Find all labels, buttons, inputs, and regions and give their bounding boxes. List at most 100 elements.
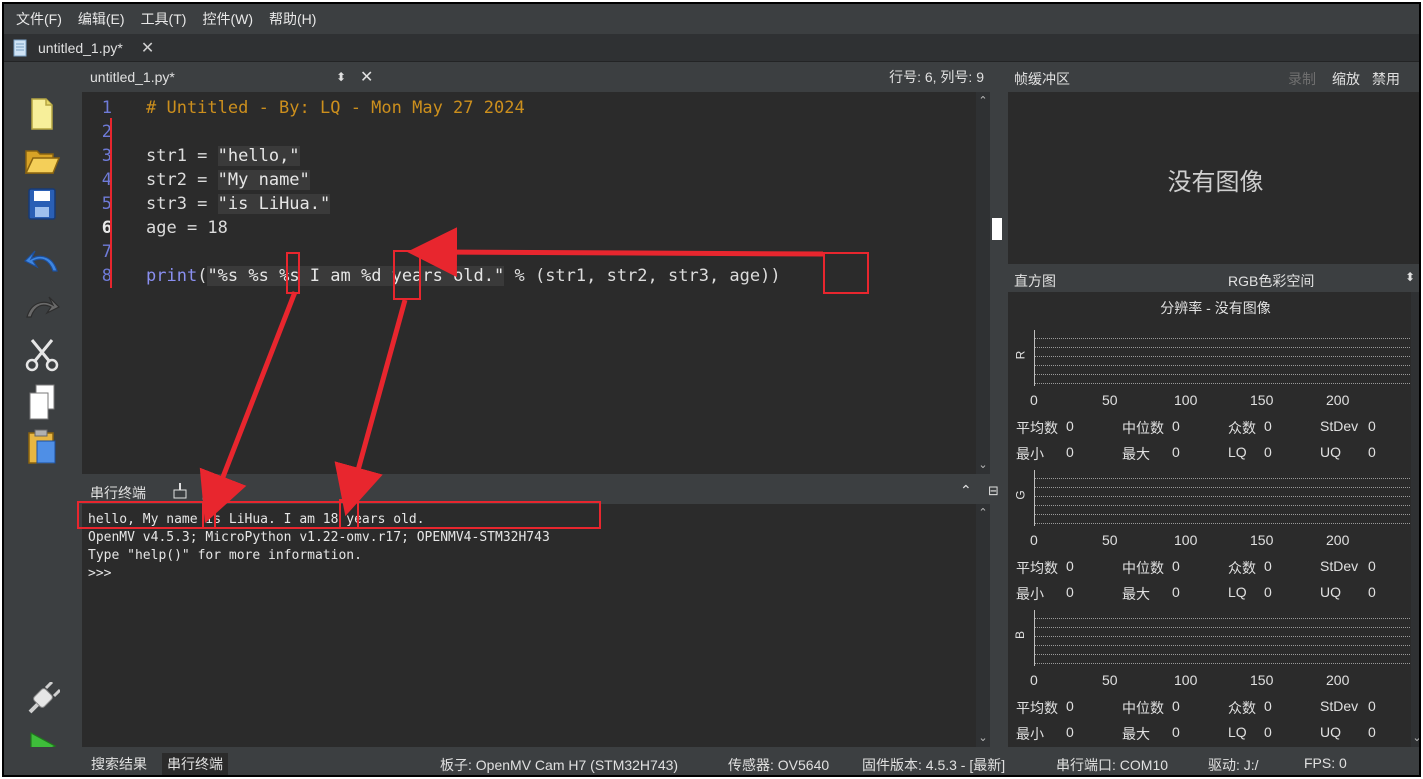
file-tab-label: untitled_1.py* [38,40,123,56]
serial-port-info[interactable]: 串行端口: COM10 [1056,755,1168,775]
stat-min-label: 最小 [1016,726,1044,742]
menu-help[interactable]: 帮助(H) [269,9,316,29]
redo-icon[interactable] [22,288,62,328]
editor-header: untitled_1.py* ⬍ ✕ 行号: 6, 列号: 9 [82,62,1004,92]
cursor-position: 行号: 6, 列号: 9 [889,69,984,85]
editor-scrollbar[interactable]: ⌃ ⌄ [976,92,990,474]
board-info[interactable]: 板子: OpenMV Cam H7 (STM32H743) [440,755,678,775]
scroll-up-icon[interactable]: ⌃ [976,94,990,108]
firmware-info[interactable]: 固件版本: 4.5.3 - [最新] [862,755,1005,775]
record-button[interactable]: 录制 [1288,69,1316,89]
color-space-select[interactable]: RGB色彩空间 [1228,271,1314,291]
channel-label: B [1013,630,1028,640]
save-terminal-icon[interactable] [202,482,218,503]
disable-button[interactable]: 禁用 [1372,69,1400,89]
save-icon[interactable] [22,184,62,224]
scroll-down-icon[interactable]: ⌄ [976,731,990,745]
undo-icon[interactable] [22,242,62,282]
histogram-plot [1034,330,1419,386]
collapse-icon[interactable]: ⌃ [960,482,972,499]
stat-value: 0 [1172,444,1180,460]
tick-label: 150 [1250,392,1274,408]
histogram-channel-b: B 0 50 100 150 200 平均数 0 中位数 0 众数 0 StDev 0 … [1008,606,1419,746]
scroll-down-icon[interactable]: ⌄ [976,458,990,472]
line-number: 4 [101,170,112,190]
paste-icon[interactable] [22,428,62,468]
tick-label: 50 [1102,392,1118,408]
stat-value: 0 [1172,418,1180,434]
stat-value: 0 [1264,418,1272,434]
tab-search-results[interactable]: 搜索结果 [86,753,152,775]
stat-max-label: 最大 [1122,726,1150,742]
serial-terminal[interactable]: hello, My name is LiHua. I am 18 years o… [82,504,990,747]
histogram-plot [1034,610,1419,666]
stat-value: 0 [1066,724,1074,740]
tab-serial-terminal[interactable]: 串行终端 [162,753,228,775]
sensor-info: 传感器: OV5640 [728,757,830,773]
tick-label: 200 [1326,532,1350,548]
scroll-position-marker [992,218,1002,240]
stat-value: 0 [1368,698,1376,714]
close-tab-icon[interactable]: ✕ [141,38,154,58]
menu-file[interactable]: 文件(F) [16,9,62,29]
scroll-down-icon[interactable]: ⌄ [1411,731,1419,745]
annotation-box-age [823,252,869,294]
cut-icon[interactable] [22,334,62,374]
terminal-title: 串行终端 [90,485,146,501]
stat-value: 0 [1368,584,1376,600]
stat-value: 0 [1066,698,1074,714]
stat-mode-label: 众数 [1228,420,1256,436]
stat-stdev-label: StDev [1320,558,1359,574]
code-line-5: str3 = "is LiHua." [146,194,331,214]
scroll-up-icon[interactable]: ⌃ [976,506,990,520]
resolution-label: 分辨率 - 没有图像 [1160,300,1271,316]
new-file-icon[interactable] [22,94,62,134]
line-number: 7 [101,242,112,262]
stat-uq-label: UQ [1320,724,1341,740]
stat-value: 0 [1264,584,1272,600]
stat-value: 0 [1172,698,1180,714]
annotation-code-bracket [110,118,114,288]
zoom-button[interactable]: 缩放 [1332,69,1360,89]
stat-value: 0 [1368,724,1376,740]
channel-label: G [1013,490,1028,500]
stat-value: 0 [1066,584,1074,600]
file-tab[interactable]: untitled_1.py* ✕ [12,34,154,62]
tick-label: 50 [1102,672,1118,688]
stat-value: 0 [1368,418,1376,434]
terminal-prompt: >>> [88,566,112,581]
no-image-label: 没有图像 [1167,169,1264,196]
menu-tools[interactable]: 工具(T) [141,9,187,29]
histogram-plot [1034,470,1419,526]
stat-min-label: 最小 [1016,586,1044,602]
file-switch-icon[interactable]: ⬍ [336,70,346,84]
left-toolbar [4,62,82,775]
copy-icon[interactable] [22,382,62,422]
stat-stdev-label: StDev [1320,418,1359,434]
stat-lq-label: LQ [1228,444,1247,460]
stat-mean-label: 平均数 [1016,420,1058,436]
tick-label: 100 [1174,672,1198,688]
open-folder-icon[interactable] [22,140,62,180]
editor-filename[interactable]: untitled_1.py* [90,69,175,85]
histogram-scrollbar[interactable]: ⌄ [1411,292,1419,747]
drive-info[interactable]: 驱动: J:/ [1208,755,1259,775]
stat-lq-label: LQ [1228,584,1247,600]
stat-value: 0 [1172,558,1180,574]
clear-terminal-icon[interactable] [172,482,190,503]
stat-value: 0 [1066,558,1074,574]
stat-median-label: 中位数 [1122,560,1164,576]
openmv-ide-window: 文件(F) 编辑(E) 工具(T) 控件(W) 帮助(H) untitled_1… [2,2,1421,777]
float-panel-icon[interactable]: ⊟ [988,483,999,499]
menu-edit[interactable]: 编辑(E) [78,9,125,29]
menu-widgets[interactable]: 控件(W) [202,9,253,29]
connect-icon[interactable] [22,680,62,720]
frame-buffer-header: 帧缓冲区 录制 缩放 禁用 [1008,62,1419,92]
terminal-scrollbar[interactable]: ⌃ ⌄ [976,504,990,747]
tick-label: 50 [1102,532,1118,548]
code-line-4: str2 = "My name" [146,170,310,190]
close-editor-icon[interactable]: ✕ [360,67,373,87]
stat-value: 0 [1172,584,1180,600]
color-space-dropdown-icon[interactable]: ⬍ [1405,270,1415,284]
stat-median-label: 中位数 [1122,700,1164,716]
